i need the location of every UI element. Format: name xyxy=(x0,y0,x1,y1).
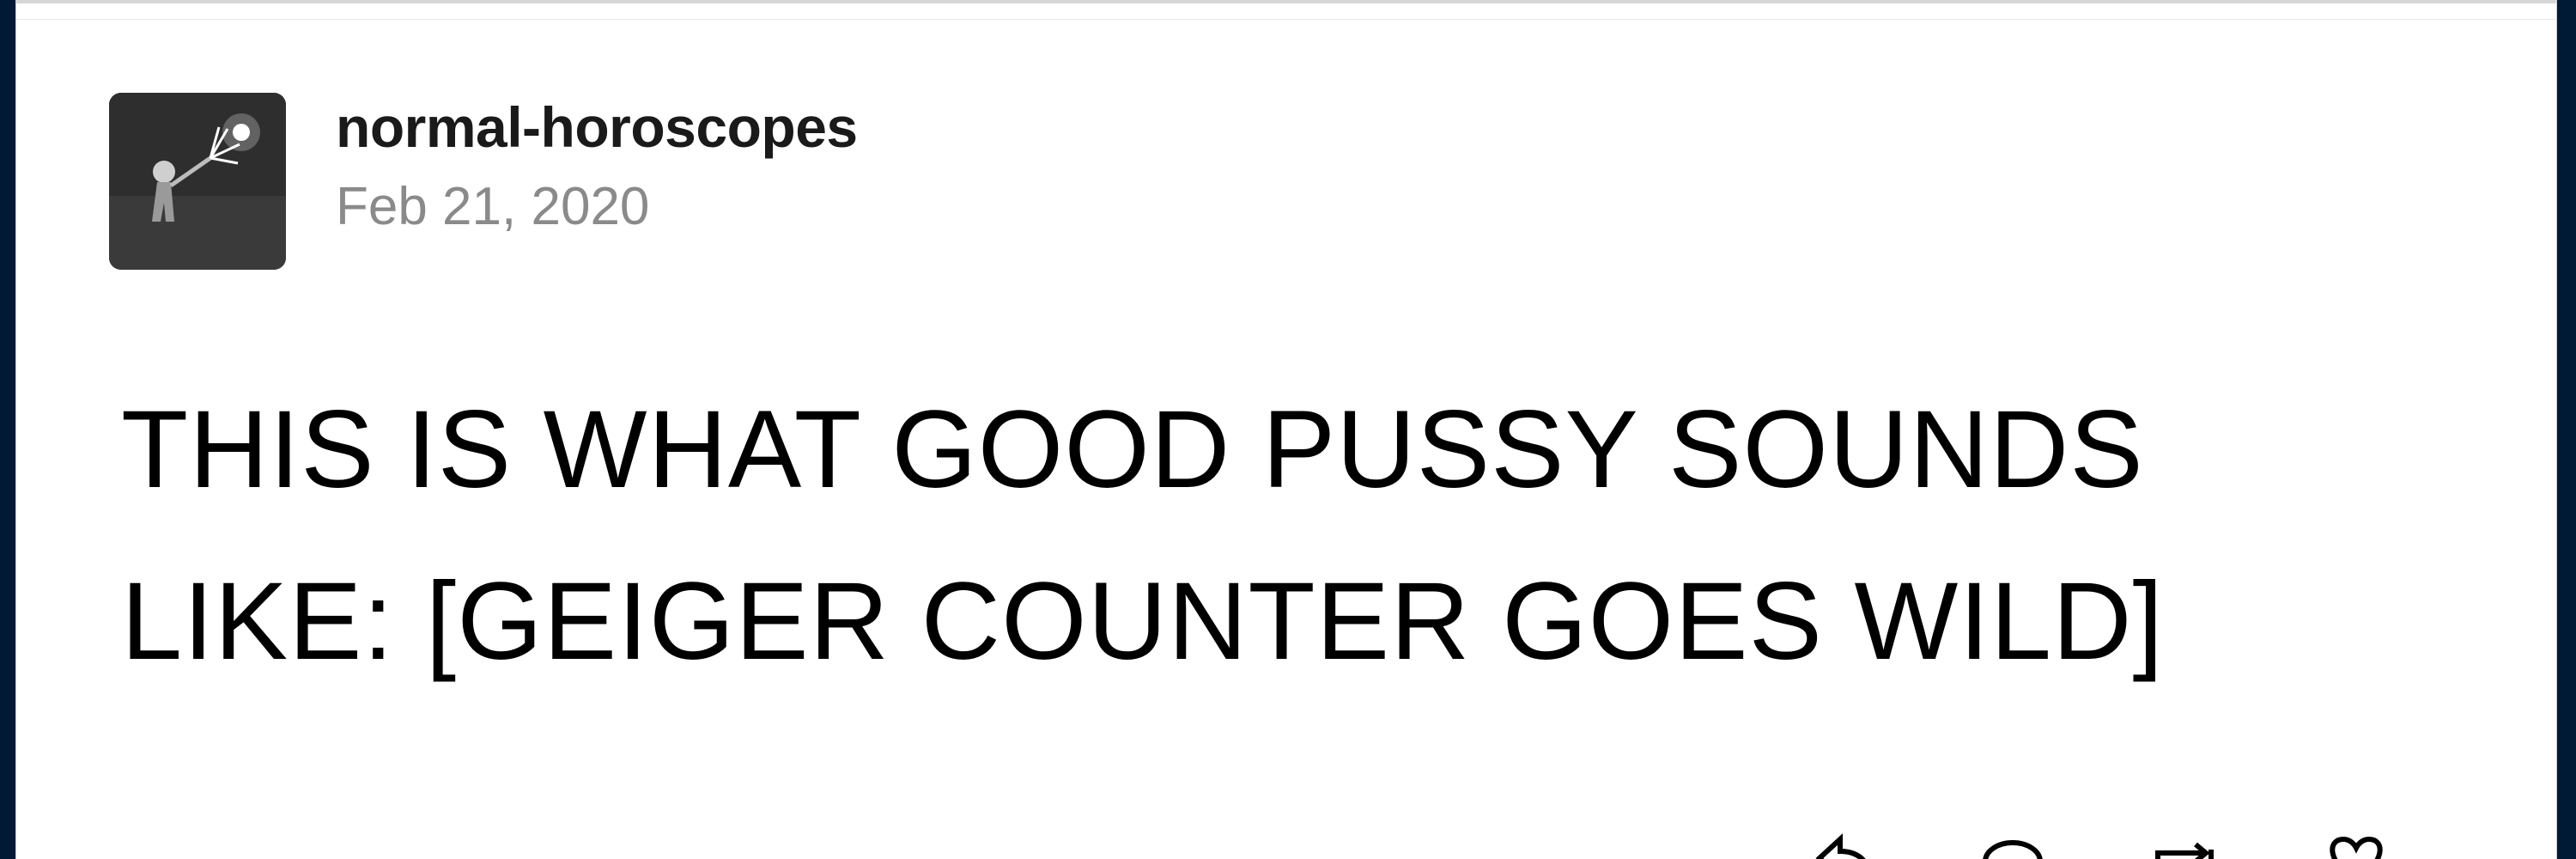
reply-icon[interactable] xyxy=(1974,832,2051,859)
post-footer-actions xyxy=(1802,832,2506,859)
reblog-icon[interactable] xyxy=(2146,832,2223,859)
avatar-image xyxy=(109,93,286,270)
share-icon[interactable] xyxy=(1802,832,1880,859)
divider xyxy=(16,19,2556,20)
avatar[interactable] xyxy=(109,93,286,270)
post-meta: normal-horoscopes Feb 21, 2020 xyxy=(336,93,1710,246)
post-body: THIS IS WHAT GOOD PUSSY SOUNDS LIKE: [GE… xyxy=(121,364,2354,708)
post-card: normal-horoscopes Feb 21, 2020 THIS IS W… xyxy=(15,0,2557,859)
dashboard-background: normal-horoscopes Feb 21, 2020 THIS IS W… xyxy=(0,0,2576,859)
post-body-line: THIS IS WHAT GOOD PUSSY SOUNDS xyxy=(121,388,2144,511)
like-icon[interactable] xyxy=(2318,832,2395,859)
username-link[interactable]: normal-horoscopes xyxy=(336,93,1710,161)
post-date: Feb 21, 2020 xyxy=(336,177,650,236)
post-body-line: LIKE: [GEIGER COUNTER GOES WILD] xyxy=(121,560,2165,683)
